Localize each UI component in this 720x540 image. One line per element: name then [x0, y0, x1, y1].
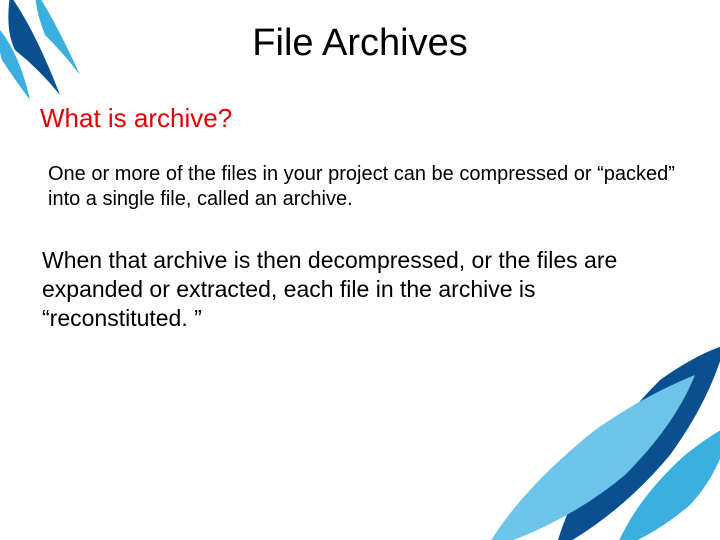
paragraph-2: When that archive is then decompressed, …: [42, 246, 622, 332]
leaf-decoration-bottom-right: [460, 340, 720, 540]
slide-subheading: What is archive?: [40, 103, 680, 134]
slide-content: File Archives What is archive? One or mo…: [0, 0, 720, 332]
paragraph-1: One or more of the files in your project…: [48, 162, 680, 212]
slide-title: File Archives: [40, 22, 680, 65]
